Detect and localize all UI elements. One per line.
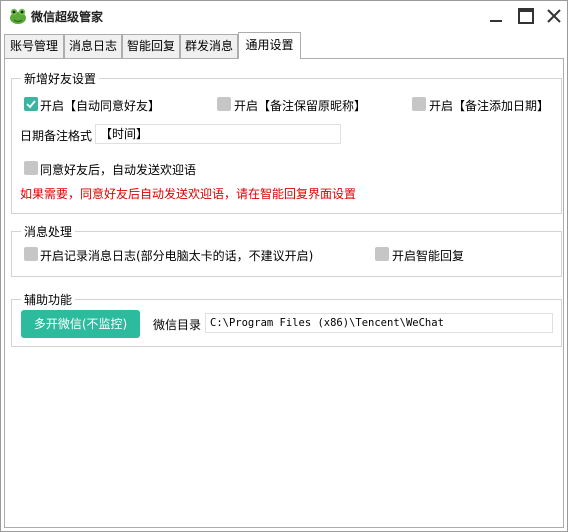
title-bar[interactable]: 微信超级管家 xyxy=(1,1,567,31)
window-title: 微信超级管家 xyxy=(31,10,104,24)
smart-reply-checkbox[interactable] xyxy=(375,247,389,261)
maximize-icon xyxy=(518,8,534,24)
add-date-checkbox[interactable] xyxy=(412,97,426,111)
new-friend-group: 新增好友设置 开启【自动同意好友】 开启【备注保留原昵称】 开启【备注添加日期】… xyxy=(11,70,562,214)
aux-legend: 辅助功能 xyxy=(21,291,76,308)
auto-accept-label[interactable]: 开启【自动同意好友】 xyxy=(40,97,160,114)
close-button[interactable] xyxy=(543,5,565,27)
minimize-icon xyxy=(490,20,502,22)
tab-mass-message[interactable]: 群发消息 xyxy=(180,34,238,58)
wechat-dir-label: 微信目录 xyxy=(153,318,202,332)
check-icon xyxy=(26,100,36,109)
close-icon xyxy=(547,9,561,23)
tab-general-settings[interactable]: 通用设置 xyxy=(238,32,301,59)
tab-smart-reply[interactable]: 智能回复 xyxy=(122,34,180,58)
wechat-dir-input[interactable]: C:\Program Files (x86)\Tencent\WeChat xyxy=(205,313,553,333)
log-checkbox[interactable] xyxy=(24,247,38,261)
welcome-label[interactable]: 同意好友后，自动发送欢迎语 xyxy=(40,161,196,178)
tab-bar: 账号管理 消息日志 智能回复 群发消息 通用设置 xyxy=(4,32,564,59)
multi-wechat-button[interactable]: 多开微信(不监控) xyxy=(21,310,140,338)
new-friend-legend: 新增好友设置 xyxy=(21,70,100,87)
frog-icon xyxy=(8,6,28,26)
date-format-input[interactable]: 【时间】 xyxy=(95,124,341,144)
tab-account[interactable]: 账号管理 xyxy=(4,34,64,58)
maximize-button[interactable] xyxy=(515,5,537,27)
settings-panel: 新增好友设置 开启【自动同意好友】 开启【备注保留原昵称】 开启【备注添加日期】… xyxy=(4,58,564,528)
auto-accept-checkbox[interactable] xyxy=(24,97,38,111)
welcome-checkbox[interactable] xyxy=(24,161,38,175)
keep-nickname-checkbox[interactable] xyxy=(217,97,231,111)
welcome-hint: 如果需要，同意好友后自动发送欢迎语，请在智能回复界面设置 xyxy=(20,187,357,201)
date-format-label: 日期备注格式 xyxy=(20,129,93,143)
main-window: 微信超级管家 账号管理 消息日志 智能回复 群发消息 通用设置 新增好友设置 开… xyxy=(0,0,568,532)
tab-message-log[interactable]: 消息日志 xyxy=(64,34,122,58)
minimize-button[interactable] xyxy=(485,5,507,27)
smart-reply-label[interactable]: 开启智能回复 xyxy=(392,247,464,264)
aux-group: 辅助功能 多开微信(不监控) 微信目录 C:\Program Files (x8… xyxy=(11,291,562,347)
message-legend: 消息处理 xyxy=(21,223,76,240)
add-date-label[interactable]: 开启【备注添加日期】 xyxy=(429,97,549,114)
log-label[interactable]: 开启记录消息日志(部分电脑太卡的话，不建议开启) xyxy=(40,247,313,264)
message-group: 消息处理 开启记录消息日志(部分电脑太卡的话，不建议开启) 开启智能回复 xyxy=(11,223,562,277)
keep-nickname-label[interactable]: 开启【备注保留原昵称】 xyxy=(234,97,366,114)
